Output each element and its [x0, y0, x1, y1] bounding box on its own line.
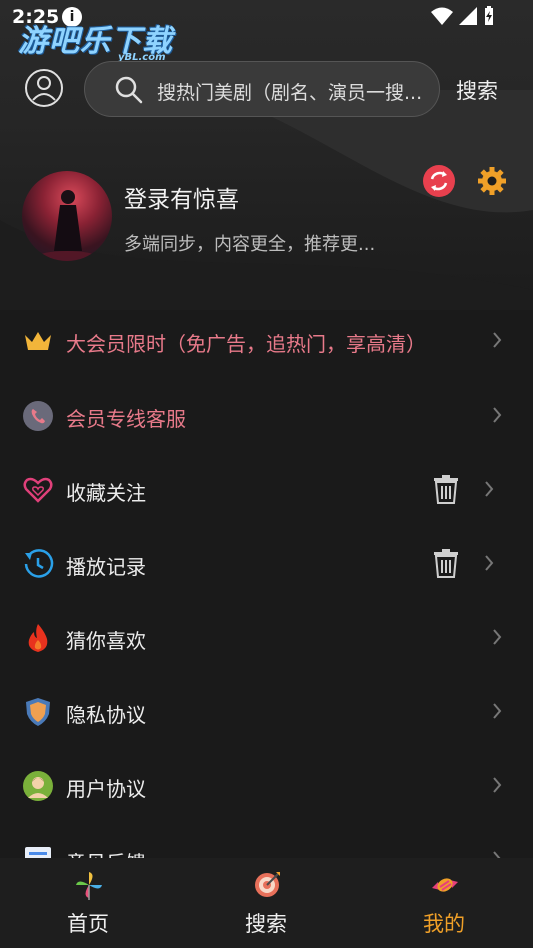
chevron-right-icon	[493, 332, 502, 348]
heart-icon	[23, 477, 53, 503]
menu-item-feedback[interactable]: 意见反馈	[0, 832, 533, 858]
nav-label: 首页	[67, 912, 109, 936]
search-button[interactable]: 搜索	[456, 75, 498, 105]
menu-item-user-agreement[interactable]: 用户协议	[0, 758, 533, 814]
signal-icon	[459, 7, 477, 25]
user-avatar-icon[interactable]	[24, 68, 64, 108]
settings-gear-icon[interactable]	[476, 165, 508, 197]
history-icon	[24, 549, 54, 578]
nav-tab-mine[interactable]: 我的	[384, 858, 504, 948]
chevron-right-icon	[485, 481, 494, 497]
menu-label: 大会员限时（免广告，追热门，享高清）	[66, 332, 426, 356]
avatar-figure	[37, 190, 97, 261]
nav-tab-home[interactable]: 首页	[28, 858, 148, 948]
nav-label: 我的	[423, 912, 465, 936]
trash-icon[interactable]	[432, 474, 460, 504]
nav-label: 搜索	[245, 912, 287, 936]
login-subtitle: 多端同步，内容更全，推荐更...	[124, 234, 376, 255]
menu-label: 猜你喜欢	[66, 629, 146, 653]
shield-icon	[26, 698, 50, 726]
menu-item-privacy[interactable]: 隐私协议	[0, 684, 533, 740]
feedback-icon	[25, 847, 51, 858]
battery-icon	[485, 6, 493, 25]
chevron-right-icon	[493, 629, 502, 645]
menu-label: 播放记录	[66, 555, 146, 579]
search-placeholder: 搜热门美剧（剧名、演员一搜...	[157, 82, 423, 104]
target-icon	[255, 872, 280, 897]
nav-tab-search[interactable]: 搜索	[206, 858, 326, 948]
crown-icon	[25, 332, 51, 350]
menu-item-favorites[interactable]: 收藏关注	[0, 462, 533, 518]
trash-icon[interactable]	[432, 548, 460, 578]
user-agreement-icon	[23, 771, 53, 801]
chevron-right-icon	[493, 777, 502, 793]
profile-avatar[interactable]	[22, 171, 112, 261]
menu-label: 收藏关注	[66, 481, 146, 505]
menu-label: 隐私协议	[66, 703, 146, 727]
menu-item-vip-service[interactable]: 会员专线客服	[0, 388, 533, 444]
menu-item-history[interactable]: 播放记录	[0, 536, 533, 592]
chevron-right-icon	[493, 407, 502, 423]
search-icon	[115, 76, 143, 104]
pinwheel-icon	[76, 872, 102, 900]
search-input[interactable]: 搜热门美剧（剧名、演员一搜...	[84, 61, 440, 117]
candy-icon	[432, 878, 458, 892]
login-title[interactable]: 登录有惊喜	[124, 180, 239, 214]
chevron-right-icon	[493, 851, 501, 858]
menu-item-recommend[interactable]: 猜你喜欢	[0, 610, 533, 666]
wifi-icon	[431, 7, 453, 25]
chevron-right-icon	[493, 703, 502, 719]
bottom-nav: 首页 搜索 我的	[0, 858, 533, 948]
flame-icon	[28, 624, 48, 652]
menu-label: 会员专线客服	[66, 407, 186, 431]
phone-icon	[23, 401, 53, 431]
chevron-right-icon	[485, 555, 494, 571]
status-icons	[431, 6, 495, 26]
sync-icon	[430, 171, 448, 191]
menu-label: 意见反馈	[66, 847, 146, 858]
menu-item-vip[interactable]: 大会员限时（免广告，追热门，享高清）	[0, 313, 533, 369]
menu-label: 用户协议	[66, 777, 146, 801]
sync-button[interactable]	[423, 165, 455, 197]
